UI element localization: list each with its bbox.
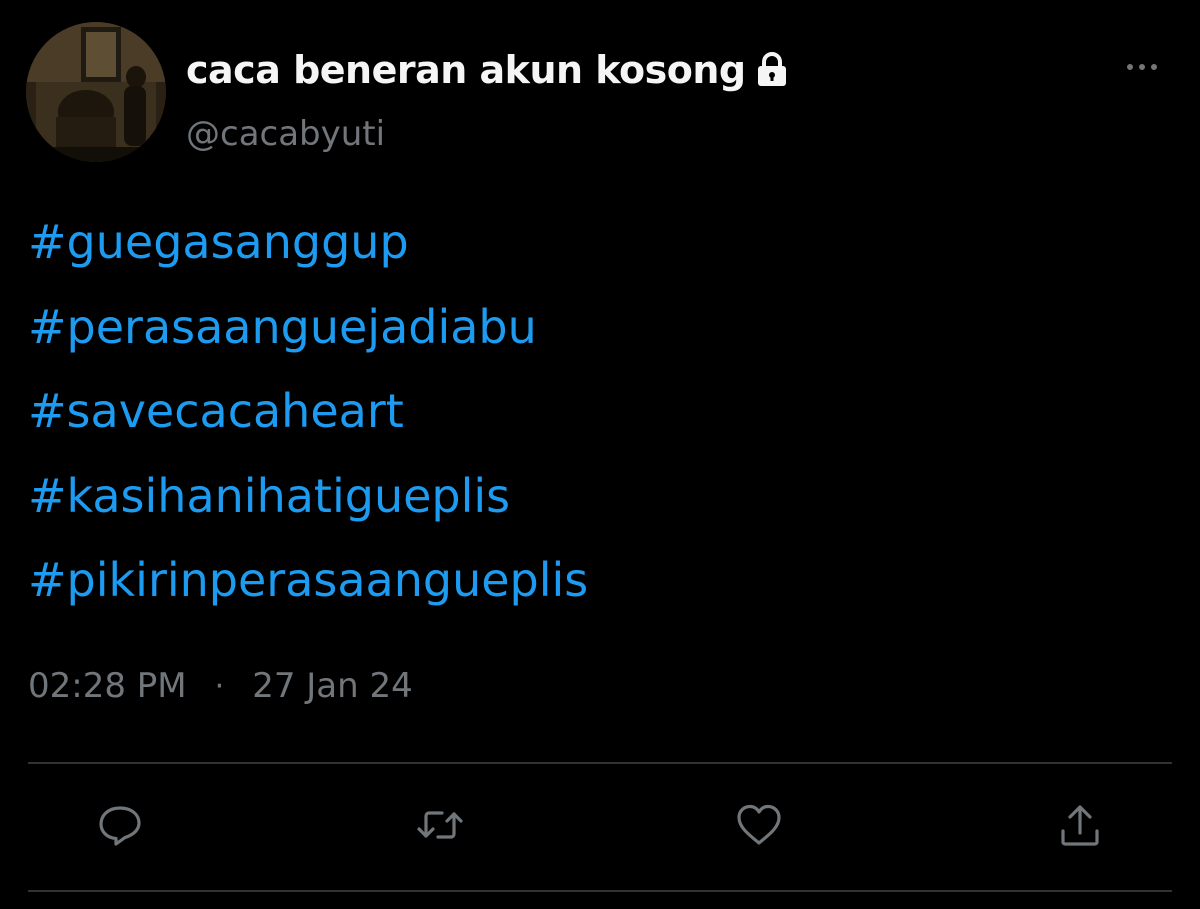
hashtag-link[interactable]: #perasaanguejadiabu [28, 285, 1168, 370]
meta-separator: · [214, 668, 225, 704]
more-options-button[interactable] [1120, 52, 1164, 82]
author-name-row[interactable]: caca beneran akun kosong [186, 44, 792, 96]
tweet-date[interactable]: 27 Jan 24 [252, 666, 413, 706]
hashtag-link[interactable]: #savecacaheart [28, 369, 1168, 454]
handle[interactable]: @cacabyuti [186, 114, 385, 154]
more-dots-icon [1127, 64, 1157, 70]
action-bar [0, 790, 1200, 860]
like-button[interactable] [724, 790, 794, 860]
heart-icon [737, 804, 781, 845]
retweet-button[interactable] [405, 790, 475, 860]
lock-icon [752, 50, 792, 90]
retweet-icon [417, 811, 463, 839]
tweet-time[interactable]: 02:28 PM [28, 666, 187, 706]
avatar[interactable] [26, 22, 166, 162]
reply-button[interactable] [85, 790, 155, 860]
avatar-photo [26, 22, 166, 162]
tweet-text: #guegasanggup #perasaanguejadiabu #savec… [28, 200, 1168, 623]
display-name[interactable]: caca beneran akun kosong [186, 48, 746, 92]
share-button[interactable] [1045, 790, 1115, 860]
timestamp-row: 02:28 PM · 27 Jan 24 [28, 666, 413, 706]
share-icon [1061, 805, 1099, 846]
hashtag-link[interactable]: #kasihanihatigueplis [28, 454, 1168, 539]
tweet-card: caca beneran akun kosong @cacabyuti #gue… [0, 0, 1200, 909]
hashtag-link[interactable]: #guegasanggup [28, 200, 1168, 285]
reply-icon [99, 806, 141, 846]
divider [28, 762, 1172, 764]
divider [28, 890, 1172, 892]
hashtag-link[interactable]: #pikirinperasaangueplis [28, 538, 1168, 623]
